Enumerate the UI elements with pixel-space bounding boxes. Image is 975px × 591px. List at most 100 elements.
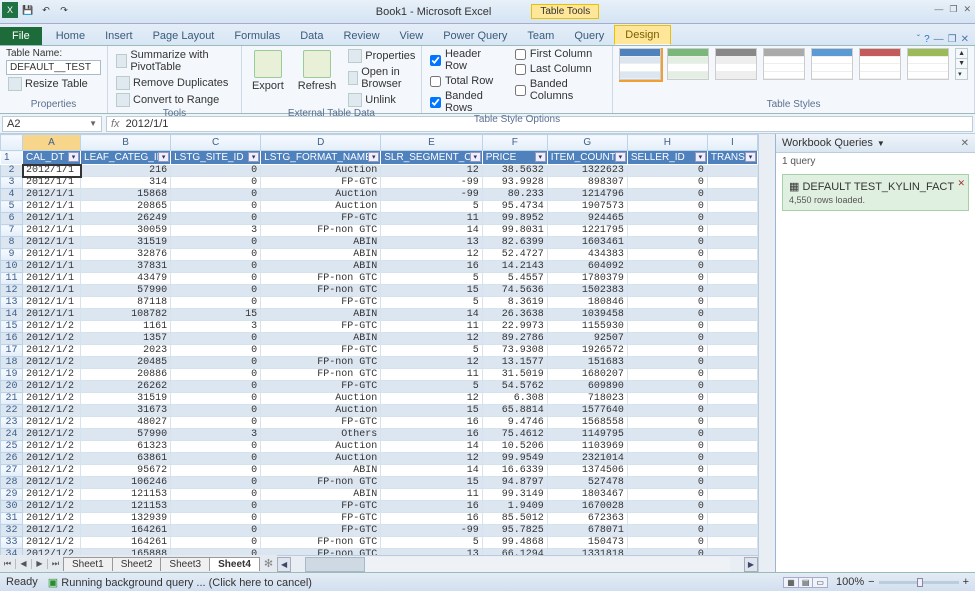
wb-minimize-icon[interactable]: — [934, 34, 944, 45]
cell[interactable]: 1670028 [547, 501, 627, 513]
zoom-level[interactable]: 100% [836, 576, 864, 588]
row-header[interactable]: 30 [1, 501, 23, 513]
cell[interactable]: FP-non GTC [261, 285, 381, 297]
row-header[interactable]: 27 [1, 465, 23, 477]
cell[interactable]: 0 [627, 297, 707, 309]
cell[interactable]: 1039458 [547, 309, 627, 321]
cell[interactable]: Auction [261, 393, 381, 405]
cell[interactable] [707, 225, 757, 237]
cell[interactable]: 0 [627, 429, 707, 441]
cell[interactable]: 57990 [81, 429, 171, 441]
cell[interactable]: 2012/1/1 [23, 273, 81, 285]
cell[interactable] [707, 477, 757, 489]
col-header[interactable]: H [627, 135, 707, 151]
cell[interactable]: 94.8797 [482, 477, 547, 489]
header-row-check[interactable]: Header Row [428, 48, 507, 72]
field-header[interactable]: CAL_DT▾ [23, 151, 81, 165]
row-header[interactable]: 6 [1, 213, 23, 225]
cell[interactable]: 0 [171, 297, 261, 309]
remove-duplicates-button[interactable]: Remove Duplicates [114, 75, 230, 91]
cell[interactable]: 26262 [81, 381, 171, 393]
row-header[interactable]: 33 [1, 537, 23, 549]
resize-table-button[interactable]: Resize Table [6, 76, 90, 92]
tab-team[interactable]: Team [517, 27, 564, 45]
cell[interactable]: 75.4612 [482, 429, 547, 441]
cell[interactable]: 0 [171, 285, 261, 297]
cell[interactable]: 165888 [81, 549, 171, 556]
cell[interactable] [707, 501, 757, 513]
cell[interactable]: 12 [381, 393, 483, 405]
cell[interactable]: -99 [381, 525, 483, 537]
tab-review[interactable]: Review [333, 27, 389, 45]
cell[interactable]: 95672 [81, 465, 171, 477]
row-header[interactable]: 9 [1, 249, 23, 261]
cell[interactable]: 16 [381, 417, 483, 429]
cell[interactable]: 3 [171, 321, 261, 333]
cell[interactable]: 20886 [81, 369, 171, 381]
cell[interactable]: FP-GTC [261, 177, 381, 189]
total-row-check[interactable]: Total Row [428, 75, 507, 87]
cell[interactable]: 1680207 [547, 369, 627, 381]
cell[interactable]: 10.5206 [482, 441, 547, 453]
table-properties-button[interactable]: Properties [346, 48, 417, 64]
cell[interactable]: 609890 [547, 381, 627, 393]
last-column-check[interactable]: Last Column [513, 63, 606, 75]
col-header[interactable]: B [81, 135, 171, 151]
cell[interactable]: FP-GTC [261, 345, 381, 357]
horizontal-scrollbar[interactable] [305, 557, 730, 572]
cell[interactable]: 32876 [81, 249, 171, 261]
summarize-pivot-button[interactable]: Summarize with PivotTable [114, 48, 235, 74]
cell[interactable]: FP-non GTC [261, 273, 381, 285]
pane-dropdown-icon[interactable]: ▼ [877, 139, 885, 148]
row-header[interactable]: 8 [1, 237, 23, 249]
tab-file[interactable]: File [0, 27, 42, 45]
row-header[interactable]: 31 [1, 513, 23, 525]
col-header[interactable]: E [381, 135, 483, 151]
cell[interactable]: 121153 [81, 489, 171, 501]
sheet-tab[interactable]: Sheet1 [63, 557, 113, 571]
cell[interactable]: 2012/1/2 [23, 441, 81, 453]
cell[interactable]: 0 [627, 405, 707, 417]
cell[interactable]: 3 [171, 225, 261, 237]
cell[interactable]: 0 [627, 369, 707, 381]
tab-page-layout[interactable]: Page Layout [143, 27, 225, 45]
cell[interactable]: 898307 [547, 177, 627, 189]
tab-query[interactable]: Query [564, 27, 614, 45]
row-header[interactable]: 12 [1, 285, 23, 297]
cell[interactable]: 0 [171, 345, 261, 357]
cell[interactable]: ABIN [261, 249, 381, 261]
cell[interactable]: 0 [171, 177, 261, 189]
cell[interactable] [707, 249, 757, 261]
row-header[interactable]: 10 [1, 261, 23, 273]
chevron-down-icon[interactable]: ▼ [89, 119, 97, 128]
cell[interactable]: 5 [381, 537, 483, 549]
ribbon-minimize-icon[interactable]: ˇ [917, 34, 920, 45]
cell[interactable]: 314 [81, 177, 171, 189]
cell[interactable]: 63861 [81, 453, 171, 465]
row-header[interactable]: 2 [1, 165, 23, 177]
export-button[interactable]: Export [248, 48, 288, 94]
cell[interactable]: 1322623 [547, 165, 627, 177]
row-header[interactable]: 14 [1, 309, 23, 321]
cell[interactable]: 2023 [81, 345, 171, 357]
filter-dropdown-icon[interactable]: ▾ [368, 152, 379, 162]
cell[interactable] [707, 201, 757, 213]
cell[interactable]: 0 [171, 477, 261, 489]
cell[interactable]: ABIN [261, 309, 381, 321]
cell[interactable]: 31.5019 [482, 369, 547, 381]
cell[interactable]: 73.9308 [482, 345, 547, 357]
cell[interactable]: 0 [627, 285, 707, 297]
col-header[interactable]: F [482, 135, 547, 151]
cell[interactable]: 1357 [81, 333, 171, 345]
cell[interactable]: 26.3638 [482, 309, 547, 321]
gallery-more-icon[interactable]: ▾ [956, 69, 967, 79]
cell[interactable]: 15 [381, 405, 483, 417]
cell[interactable]: 924465 [547, 213, 627, 225]
cell[interactable]: 5 [381, 201, 483, 213]
cell[interactable]: 26249 [81, 213, 171, 225]
row-header[interactable]: 3 [1, 177, 23, 189]
tab-data[interactable]: Data [290, 27, 333, 45]
redo-icon[interactable]: ↷ [56, 2, 72, 18]
cell[interactable]: ABIN [261, 465, 381, 477]
row-header[interactable]: 15 [1, 321, 23, 333]
